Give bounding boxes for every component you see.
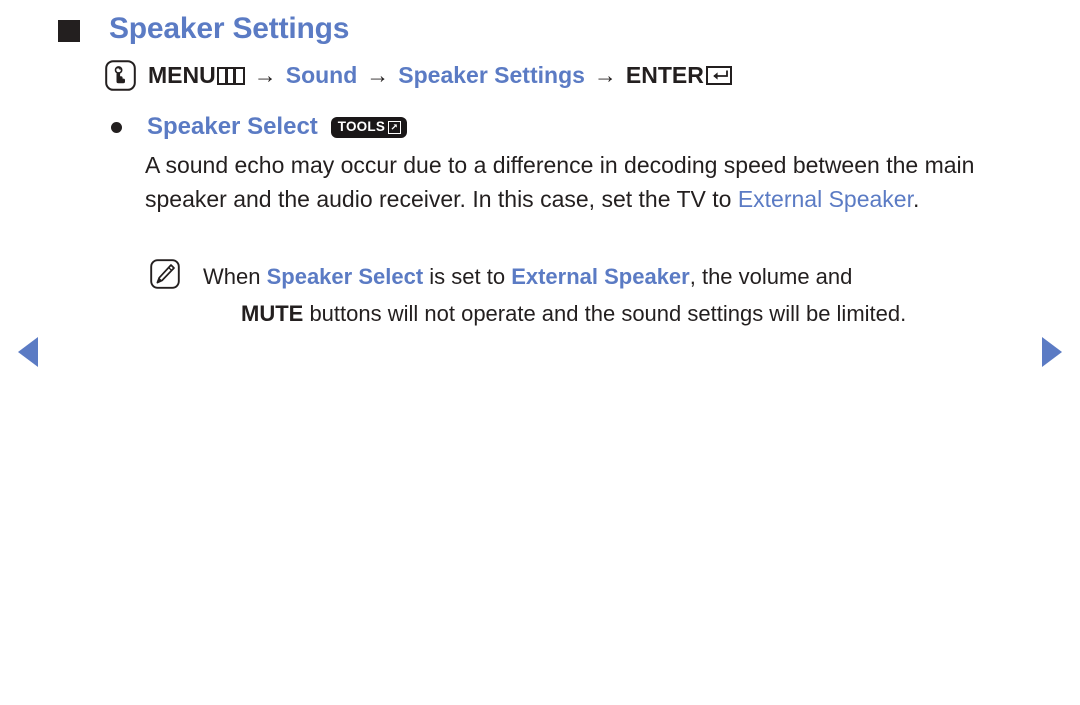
body-text-part2: . [912, 186, 920, 212]
tools-arrow-icon [388, 120, 402, 134]
note-highlight-external-speaker: External Speaker [511, 264, 690, 289]
tools-badge: TOOLS [330, 116, 408, 138]
enter-label: ENTER [625, 62, 704, 88]
menu-touch-icon [105, 60, 136, 91]
note-block: When Speaker Select is set to External S… [150, 258, 1030, 332]
menu-label: MENU [148, 62, 216, 88]
manual-page: Speaker Settings MENU → Sound → Speaker … [0, 0, 1080, 705]
menu-path: MENU → Sound → Speaker Settings → ENTER [105, 60, 732, 91]
body-paragraph: A sound echo may occur due to a differen… [145, 148, 1025, 216]
menu-step-sound: Sound [285, 62, 358, 88]
black-square-bullet-icon [58, 20, 80, 42]
path-arrow-1: → [253, 62, 277, 88]
section-heading: Speaker Settings [58, 12, 349, 46]
note-line-2: MUTE buttons will not operate and the so… [203, 295, 906, 332]
path-arrow-3: → [593, 62, 617, 88]
round-bullet-icon [111, 121, 122, 133]
note-bold-mute: MUTE [241, 301, 304, 326]
note-text-c: , the volume and [689, 264, 853, 289]
menu-bars-icon [216, 66, 245, 85]
body-highlight-external-speaker: External Speaker [737, 186, 913, 212]
note-pencil-icon [150, 259, 180, 289]
menu-path-text: MENU → Sound → Speaker Settings → ENTER [148, 62, 732, 89]
list-item-label: Speaker Select [147, 113, 318, 140]
page-title: Speaker Settings [109, 12, 350, 45]
menu-step-speaker-settings: Speaker Settings [398, 62, 585, 88]
next-page-arrow[interactable] [1042, 337, 1062, 367]
note-text-b: is set to [423, 264, 512, 289]
enter-return-icon [705, 66, 732, 85]
tools-badge-label: TOOLS [337, 119, 386, 135]
list-item-speaker-select: Speaker Select TOOLS [111, 113, 408, 141]
note-text: When Speaker Select is set to External S… [203, 258, 906, 332]
note-highlight-speaker-select: Speaker Select [266, 264, 424, 289]
note-line2-rest: buttons will not operate and the sound s… [303, 301, 907, 326]
note-text-a: When [203, 264, 267, 289]
path-arrow-2: → [366, 62, 390, 88]
previous-page-arrow[interactable] [18, 337, 38, 367]
